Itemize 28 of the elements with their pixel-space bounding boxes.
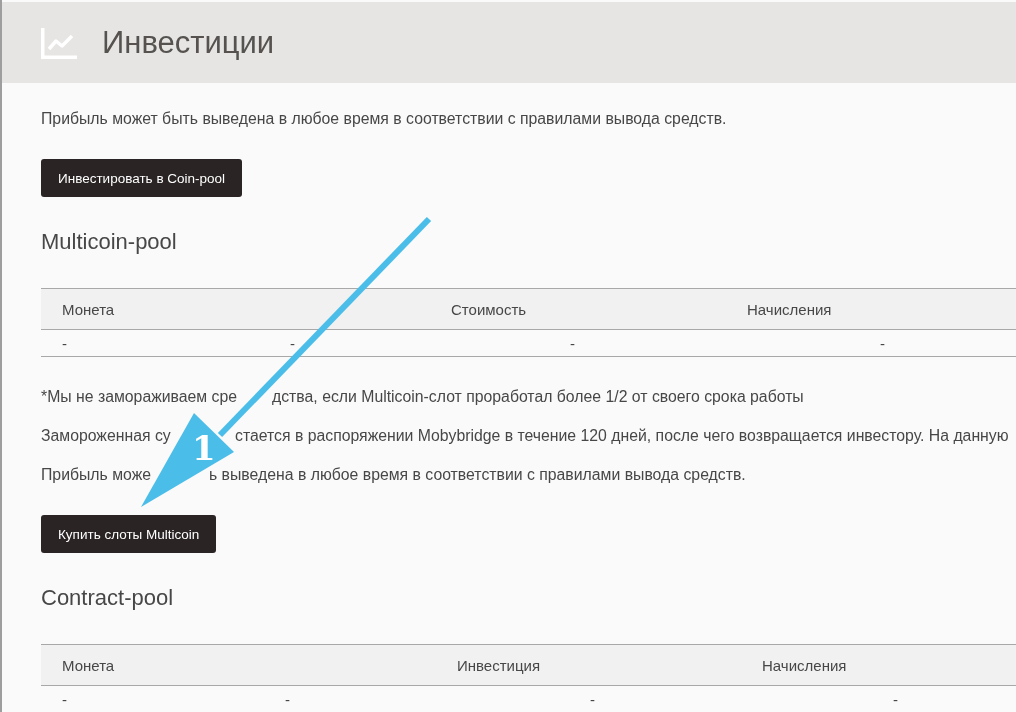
column-header: Начисления [762, 656, 847, 674]
column-header: Начисления [747, 300, 832, 318]
table-cell: - [285, 690, 290, 708]
info-text: Прибыль може [41, 465, 152, 485]
info-text: ь выведена в любое время в соответствии с правилами вывода средств. [209, 465, 746, 485]
info-text: Замороженная су [41, 426, 171, 446]
section-heading: Contract-pool [41, 584, 174, 612]
page-title: Инвестиции [102, 24, 275, 61]
table-cell: - [893, 690, 898, 708]
table-cell: - [62, 334, 67, 352]
line-chart-icon [41, 28, 77, 59]
section-heading: Multicoin-pool [41, 228, 177, 256]
table-cell: - [880, 334, 885, 352]
action-button[interactable]: Купить слоты Multicoin [41, 515, 217, 553]
info-text: Прибыль может быть выведена в любое время в соответствии с правилами вывода средств. [41, 109, 727, 129]
column-header: Монета [62, 300, 115, 318]
table-cell: - [290, 334, 295, 352]
info-text: стается в распоряжении Mobybridge в течение 120 дней, после чего возвращается инвестору. На данную [235, 426, 1009, 446]
column-header: Инвестиция [457, 656, 541, 674]
info-text: *Мы не замораживаем сре [41, 387, 238, 407]
table-cell: - [62, 690, 67, 708]
action-button[interactable]: Инвестировать в Coin-pool [41, 159, 243, 197]
table-cell: - [570, 334, 575, 352]
step-number: 1 [192, 428, 216, 468]
column-header: Монета [62, 656, 115, 674]
column-header: Стоимость [451, 300, 527, 318]
table-cell: - [590, 690, 595, 708]
info-text: дства, если Multicoin-слот проработал более 1/2 от своего срока работы [272, 387, 804, 407]
